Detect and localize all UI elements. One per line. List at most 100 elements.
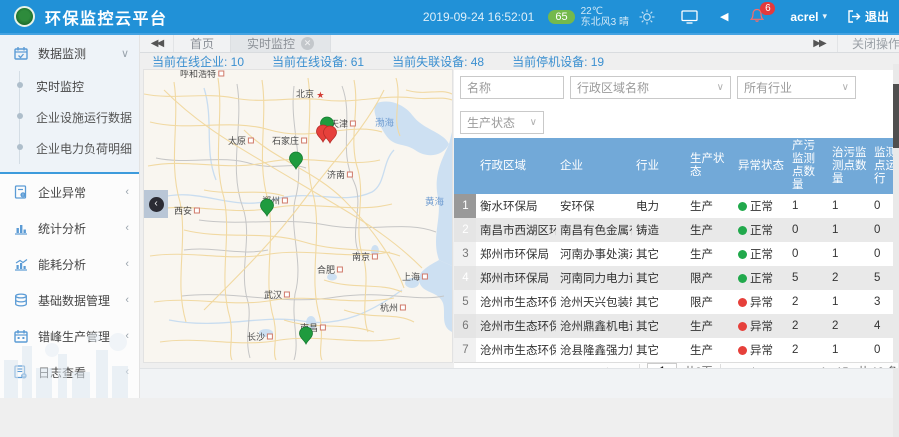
tab-home[interactable]: 首页 [174, 35, 231, 52]
table-row[interactable]: 4郑州市环保局河南同力电力设其它限产正常525 [454, 266, 899, 290]
tab-bar: ◀◀ 首页 实时监控 ✕ ▶▶ 关闭操作 [140, 35, 899, 53]
vscroll-thumb[interactable] [893, 84, 899, 148]
cell-industry: 其它 [632, 266, 686, 290]
tree-dot-icon [17, 113, 23, 119]
city-label-北京: 北京 [296, 88, 314, 99]
chevron-down-icon: ∨ [836, 82, 849, 93]
sidebar-group-5[interactable]: 错峰生产管理‹ [0, 318, 139, 354]
china-map[interactable]: 渤海黄海呼和浩特北京★天津太原石家庄济南西安郑州南京合肥上海武汉杭州南昌长沙 [144, 70, 452, 362]
cell-pollution-points: 2 [788, 290, 828, 314]
column-header-生产状态: 生产状态 [686, 138, 734, 194]
calendar-icon [14, 329, 29, 343]
sidebar-group-4[interactable]: 基础数据管理‹ [0, 282, 139, 318]
total-pages-label: 共2页 [684, 363, 712, 368]
production-status-select[interactable]: 生产状态 ∨ [460, 111, 544, 134]
cell-treatment-points: 1 [828, 290, 870, 314]
cell-industry: 其它 [632, 314, 686, 338]
app-logo-icon [14, 6, 35, 27]
logout-button[interactable]: 退出 [847, 8, 889, 25]
tab-close-icon[interactable]: ✕ [301, 37, 314, 50]
cell-pollution-points: 2 [788, 314, 828, 338]
cell-treatment-points: 1 [828, 218, 870, 242]
sidebar-item-label: 企业设施运行数据 [36, 111, 132, 125]
name-search-input[interactable] [460, 76, 564, 99]
sea-label-黄海: 黄海 [425, 196, 445, 208]
tabs-scroll-left-icon[interactable]: ◀◀ [140, 35, 174, 52]
sidebar-subtree: 实时监控企业设施运行数据企业电力负荷明细 [19, 71, 139, 164]
sidebar-group-3[interactable]: 能耗分析‹ [0, 246, 139, 282]
table-row[interactable]: 1衡水环保局安环保电力生产正常110 [454, 194, 899, 218]
industry-select[interactable]: 所有行业 ∨ [737, 76, 856, 99]
page-number-input[interactable] [647, 363, 677, 368]
cell-region: 沧州市生态环保 [476, 314, 556, 338]
row-number-header [454, 138, 476, 194]
cell-industry: 铸造 [632, 218, 686, 242]
sidebar-item-实时监控[interactable]: 实时监控 [20, 71, 139, 102]
normal-dot-icon [738, 250, 747, 259]
chevron-down-icon: ∨ [711, 82, 724, 93]
normal-dot-icon [738, 274, 747, 283]
cell-company: 河南同力电力设 [556, 266, 632, 290]
table-row[interactable]: 3郑州市环保局河南办事处演示其它生产正常010 [454, 242, 899, 266]
cell-industry: 其它 [632, 338, 686, 362]
sidebar-item-企业电力负荷明细[interactable]: 企业电力负荷明细 [20, 133, 139, 164]
city-marker-icon [302, 138, 307, 143]
cell-industry: 电力 [632, 194, 686, 218]
cell-company: 沧州鼎鑫机电设 [556, 314, 632, 338]
table-row[interactable]: 7沧州市生态环保沧县隆鑫强力加其它生产异常210 [454, 338, 899, 362]
database-icon [14, 293, 29, 307]
table-row[interactable]: 6沧州市生态环保沧州鼎鑫机电设其它生产异常224 [454, 314, 899, 338]
chevron-left-icon: ‹ [125, 294, 129, 306]
first-page-button[interactable]: |◀ [606, 366, 613, 369]
column-header-治污监测点数量: 治污监测点数量 [828, 138, 870, 194]
cell-region: 郑州市环保局 [476, 242, 556, 266]
tab-home-label: 首页 [190, 35, 214, 52]
vertical-scrollbar[interactable] [893, 64, 899, 437]
last-page-button[interactable]: ▶| [746, 366, 753, 369]
table-row[interactable]: 2南昌市西湖区环南昌有色金属有铸造生产正常010 [454, 218, 899, 242]
svg-text:+: + [23, 374, 26, 379]
prev-page-button[interactable]: ◀◀ [621, 366, 633, 369]
column-header-行政区域: 行政区域 [476, 138, 556, 194]
cell-company: 河南办事处演示 [556, 242, 632, 266]
cell-treatment-points: 1 [828, 338, 870, 362]
industry-select-label: 所有行业 [744, 79, 792, 96]
footer-strip [140, 368, 899, 398]
header-right: 2019-09-24 16:52:01 65 22℃ 东北风3 晴 ◀ 6 ac… [423, 6, 889, 28]
sound-mute-icon[interactable]: ◀ [720, 10, 728, 23]
sidebar-item-企业设施运行数据[interactable]: 企业设施运行数据 [20, 102, 139, 133]
stat-当前在线企业: 当前在线企业: 10 [152, 53, 244, 70]
cell-company: 沧县隆鑫强力加 [556, 338, 632, 362]
row-number-cell: 2 [454, 218, 476, 242]
sidebar-group-0[interactable]: 数据监测∨ [0, 35, 139, 71]
table-header-row: 行政区域企业行业生产状态异常状态产污监测点数量治污监测点数量监测点运行 [454, 138, 899, 194]
cell-treatment-points: 1 [828, 194, 870, 218]
total-records-label: 共 19 条 [858, 366, 898, 368]
tab-realtime-label: 实时监控 [247, 35, 295, 52]
table-row[interactable]: 5沧州市生态环保沧州天兴包装制其它限产异常213 [454, 290, 899, 314]
sidebar-group-1[interactable]: !企业异常‹ [0, 174, 139, 210]
tabs-scroll-right-icon[interactable]: ▶▶ [801, 38, 837, 49]
tabbar-right: ▶▶ 关闭操作 [801, 35, 899, 52]
tab-realtime-monitor[interactable]: 实时监控 ✕ [231, 35, 331, 52]
sidebar: 数据监测∨实时监控企业设施运行数据企业电力负荷明细 !企业异常‹统计分析‹能耗分析… [0, 35, 140, 398]
fullscreen-monitor-icon[interactable] [681, 10, 698, 24]
wind-weather-label: 东北风3 晴 [581, 17, 629, 28]
weather-block: 22℃ 东北风3 晴 [581, 6, 629, 28]
notification-bell[interactable]: 6 [750, 8, 764, 26]
username-menu[interactable]: acrel [790, 10, 818, 24]
cell-production-status: 生产 [686, 194, 734, 218]
next-page-button[interactable]: ▶▶ [728, 366, 740, 369]
pagination-bar: |◀ ◀◀ 共2页 ▶▶ ▶| 1 - 15 共 19 条 [454, 362, 899, 368]
map-collapse-handle[interactable]: ‹ [144, 190, 168, 218]
column-header-产污监测点数量: 产污监测点数量 [788, 138, 828, 194]
abnormal-status-label: 正常 [750, 273, 773, 285]
region-select[interactable]: 行政区域名称 ∨ [570, 76, 731, 99]
sidebar-group-6[interactable]: +日志查看‹ [0, 354, 139, 390]
temperature-label: 22℃ [581, 6, 629, 17]
city-marker-icon [347, 172, 352, 177]
abnormal-status-label: 异常 [750, 345, 773, 357]
sidebar-group-2[interactable]: 统计分析‹ [0, 210, 139, 246]
city-marker-icon [320, 325, 325, 330]
close-operations-button[interactable]: 关闭操作 [837, 35, 899, 52]
